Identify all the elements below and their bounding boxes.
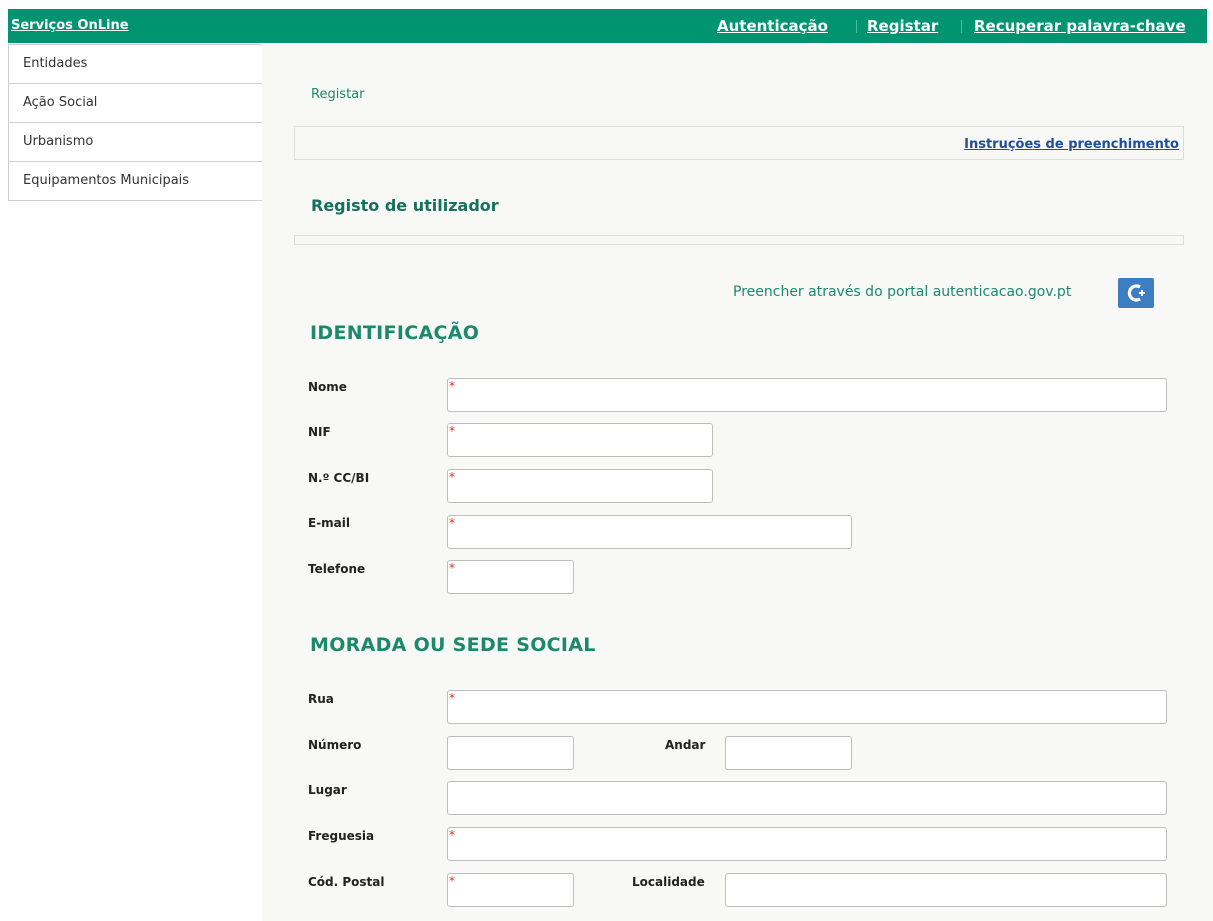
cod-postal-field[interactable]: * bbox=[447, 873, 574, 907]
telefone-input[interactable] bbox=[448, 561, 573, 593]
cc-bi-field[interactable]: * bbox=[447, 469, 713, 503]
freguesia-input[interactable] bbox=[448, 828, 1166, 860]
sidebar-menu: Entidades Ação Social Urbanismo Equipame… bbox=[8, 44, 263, 201]
page-title: Registo de utilizador bbox=[311, 196, 499, 215]
freguesia-field[interactable]: * bbox=[447, 827, 1167, 861]
brand-link[interactable]: Serviços OnLine bbox=[11, 9, 129, 43]
nav-link-registar[interactable]: Registar bbox=[867, 9, 938, 43]
andar-label: Andar bbox=[665, 738, 706, 752]
lugar-field[interactable] bbox=[447, 781, 1167, 815]
lugar-input[interactable] bbox=[448, 782, 1166, 814]
email-label: E-mail bbox=[308, 516, 351, 530]
top-nav-bar: Serviços OnLine Autenticação Registar Re… bbox=[8, 9, 1207, 43]
nif-label: NIF bbox=[308, 425, 331, 439]
freguesia-label: Freguesia bbox=[308, 829, 375, 843]
nome-input[interactable] bbox=[448, 379, 1166, 411]
nif-field[interactable]: * bbox=[447, 423, 713, 457]
cc-bi-input[interactable] bbox=[448, 470, 712, 502]
numero-input[interactable] bbox=[448, 737, 573, 769]
telefone-label: Telefone bbox=[308, 562, 366, 576]
nome-field[interactable]: * bbox=[447, 378, 1167, 412]
nav-separator bbox=[856, 20, 857, 33]
rua-input[interactable] bbox=[448, 691, 1166, 723]
sidebar-item-acao-social[interactable]: Ação Social bbox=[9, 84, 262, 123]
telefone-field[interactable]: * bbox=[447, 560, 574, 594]
breadcrumb[interactable]: Registar bbox=[311, 87, 365, 102]
sidebar-item-urbanismo[interactable]: Urbanismo bbox=[9, 123, 262, 162]
nav-link-recuperar-palavra-chave[interactable]: Recuperar palavra-chave bbox=[974, 9, 1186, 43]
lugar-label: Lugar bbox=[308, 783, 347, 797]
andar-field[interactable] bbox=[725, 736, 852, 770]
instructions-link[interactable]: Instruções de preenchimento bbox=[964, 137, 1179, 152]
autenticacao-gov-glyph bbox=[1127, 284, 1145, 302]
instructions-bar: Instruções de preenchimento bbox=[294, 126, 1184, 160]
numero-label: Número bbox=[308, 738, 362, 752]
email-input[interactable] bbox=[448, 516, 851, 548]
sidebar-item-entidades[interactable]: Entidades bbox=[9, 45, 262, 84]
cod-postal-label: Cód. Postal bbox=[308, 875, 385, 889]
localidade-field[interactable] bbox=[725, 873, 1167, 907]
portal-fill-text[interactable]: Preencher através do portal autenticacao… bbox=[733, 284, 1071, 300]
cod-postal-input[interactable] bbox=[448, 874, 573, 906]
localidade-label: Localidade bbox=[632, 875, 705, 889]
nome-label: Nome bbox=[308, 380, 347, 394]
autenticacao-gov-icon[interactable] bbox=[1118, 278, 1154, 308]
title-divider-bar bbox=[294, 235, 1184, 245]
cc-bi-label: N.º CC/BI bbox=[308, 471, 370, 485]
section-heading-morada: MORADA OU SEDE SOCIAL bbox=[310, 634, 596, 656]
section-heading-identificacao: IDENTIFICAÇÃO bbox=[310, 322, 480, 344]
nav-separator bbox=[961, 20, 962, 33]
numero-field[interactable] bbox=[447, 736, 574, 770]
main-content: Registar Instruções de preenchimento Reg… bbox=[262, 44, 1213, 921]
andar-input[interactable] bbox=[726, 737, 851, 769]
localidade-input[interactable] bbox=[726, 874, 1166, 906]
email-field[interactable]: * bbox=[447, 515, 852, 549]
rua-field[interactable]: * bbox=[447, 690, 1167, 724]
nif-input[interactable] bbox=[448, 424, 712, 456]
nav-link-autenticacao[interactable]: Autenticação bbox=[717, 9, 828, 43]
sidebar-item-equipamentos-municipais[interactable]: Equipamentos Municipais bbox=[9, 162, 262, 201]
rua-label: Rua bbox=[308, 692, 334, 706]
